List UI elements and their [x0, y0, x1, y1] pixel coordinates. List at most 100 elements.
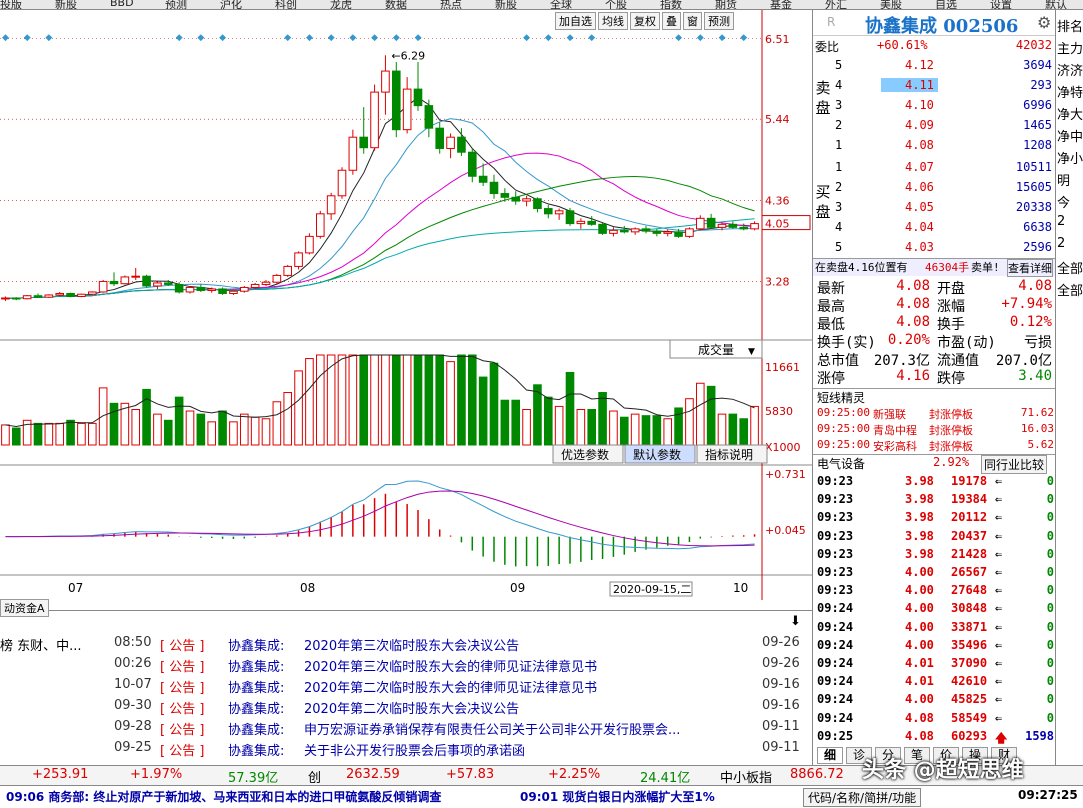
quote-row[interactable]: 涨停 4.16 跌停 3.40 [813, 368, 1056, 387]
chart-tool-button[interactable]: 加自选 [555, 12, 596, 30]
kline-chart[interactable]: ◆ ◆ ◆ ◆ ◆ ◆ ◆ ◆ ◆ ◆ ◆ ◆ ◆ ◆ ◆ ◆ ◆ ◆ ◆ ◆ ◆ ←6.29 6.51 5.44 4.36 4… [0, 10, 812, 610]
compare-button[interactable]: 同行业比较 [981, 455, 1048, 474]
tick-row[interactable]: 09:23 4.00 27648 ⇐ 0 [813, 583, 1056, 601]
chart-tool-button[interactable]: 复权 [630, 12, 660, 30]
top-menu-item[interactable]: 基金 [770, 0, 792, 9]
far-right-item[interactable]: 全部 [1057, 258, 1083, 277]
news-title[interactable]: 2020年第二次临时股东大会的律师见证法律意见书 [304, 677, 597, 696]
far-right-item[interactable]: 净中 [1057, 126, 1083, 145]
alert-link[interactable]: 查看详细 [1007, 259, 1053, 277]
far-right-item[interactable]: 今 [1057, 192, 1070, 211]
top-menu-item[interactable]: 投版 [0, 0, 22, 9]
tick-row[interactable]: 09:24 4.00 45825 ⇐ 0 [813, 692, 1056, 710]
tick-row[interactable]: 09:24 4.00 30848 ⇐ 0 [813, 601, 1056, 619]
tick-row[interactable]: 09:24 4.00 35496 ⇐ 0 [813, 638, 1056, 656]
top-menu-item[interactable]: 数据 [385, 0, 407, 9]
far-right-item[interactable]: 净大 [1057, 104, 1083, 123]
tick-row[interactable]: 09:23 3.98 20112 ⇐ 0 [813, 510, 1056, 528]
far-right-item[interactable]: 排名 [1057, 16, 1083, 35]
top-menu-item[interactable]: BBD [110, 0, 134, 9]
buy-level-row[interactable]: 1 4.07 10511 [813, 160, 1056, 178]
top-menu-item[interactable]: 指数 [660, 0, 682, 9]
sell-level-row[interactable]: 1 4.08 1208 [813, 138, 1056, 156]
top-menu-item[interactable]: 自选 [935, 0, 957, 9]
quote-row[interactable]: 换手(实) 0.20% 市盈(动) 亏损 [813, 332, 1056, 351]
top-menu-item[interactable]: 设置 [990, 0, 1012, 9]
top-menu-item[interactable]: 龙虎 [330, 0, 352, 9]
quote-row[interactable]: 最新 4.08 开盘 4.08 [813, 278, 1056, 297]
far-right-item[interactable]: 2 [1057, 236, 1065, 251]
news-title[interactable]: 关于非公开发行股票会后事项的承诺函 [304, 740, 525, 759]
quote-row[interactable]: 最低 4.08 换手 0.12% [813, 314, 1056, 333]
gear-icon[interactable]: ⚙ [1037, 13, 1051, 32]
chart-tool-button[interactable]: 窗 [683, 12, 702, 30]
far-right-item[interactable]: 全部 [1057, 280, 1083, 299]
tick-row[interactable]: 09:25 4.08 60293 🡅 1598 [813, 729, 1056, 747]
far-right-item[interactable]: 主力 [1057, 38, 1083, 57]
right-tab[interactable]: 细 [817, 747, 843, 764]
chart-tool-button[interactable]: 均线 [598, 12, 628, 30]
tick-row[interactable]: 09:24 4.01 37090 ⇐ 0 [813, 656, 1056, 674]
news-ticker-item[interactable]: 09:01 现货白银日内涨幅扩大至1% [520, 788, 715, 805]
top-menu-item[interactable]: 全球 [550, 0, 572, 9]
buy-level-row[interactable]: 2 4.06 15605 [813, 180, 1056, 198]
far-right-item[interactable]: 净小 [1057, 148, 1083, 167]
news-row[interactable]: 09-25 [ 公告 ] 协鑫集成: 关于非公开发行股票会后事项的承诺函 09-11 [0, 738, 800, 759]
indicator-tab[interactable]: 优选参数 [552, 444, 624, 464]
buy-level-row[interactable]: 5 4.03 2596 [813, 240, 1056, 258]
top-menu-item[interactable]: 美股 [880, 0, 902, 9]
tick-row[interactable]: 09:24 4.01 42610 ⇐ 0 [813, 674, 1056, 692]
chart-tool-button[interactable]: 叠 [662, 12, 681, 30]
quote-row[interactable]: 最高 4.08 涨幅 +7.94% [813, 296, 1056, 315]
sector-row[interactable]: 电气设备 2.92% 同行业比较 [813, 454, 1056, 474]
news-row[interactable]: 09-30 [ 公告 ] 协鑫集成: 2020年第二次临时股东大会决议公告 09-16 [0, 696, 800, 717]
top-menu-item[interactable]: 科创 [275, 0, 297, 9]
sell-level-row[interactable]: 2 4.09 1465 [813, 118, 1056, 136]
news-title[interactable]: 2020年第三次临时股东大会的律师见证法律意见书 [304, 656, 597, 675]
sell-level-row[interactable]: 4 4.11 293 [813, 78, 1056, 96]
top-menu-item[interactable]: 新股 [55, 0, 77, 9]
volume-selector[interactable]: 成交量 ▼ [669, 339, 763, 359]
top-menu-item[interactable]: 外汇 [825, 0, 847, 9]
top-menu-item[interactable]: 热点 [440, 0, 462, 9]
far-right-item[interactable]: 净特 [1057, 82, 1083, 101]
news-title[interactable]: 2020年第二次临时股东大会决议公告 [304, 698, 519, 717]
elves-row[interactable]: 09:25:00 安彩高科 封涨停板 5.62 [813, 438, 1056, 454]
top-menu-item[interactable]: 新股 [495, 0, 517, 9]
buy-level-row[interactable]: 4 4.04 6638 [813, 220, 1056, 238]
bottom-tab[interactable]: 动资金A [0, 599, 49, 617]
elves-row[interactable]: 09:25:00 新强联 封涨停板 71.62 [813, 406, 1056, 422]
elves-title[interactable]: 短线精灵 [813, 388, 1056, 406]
news-row[interactable]: 10-07 [ 公告 ] 协鑫集成: 2020年第二次临时股东大会的律师见证法律意见书… [0, 675, 800, 696]
sell-level-row[interactable]: 5 4.12 3694 [813, 58, 1056, 76]
top-menu-item[interactable]: 沪化 [220, 0, 242, 9]
order-alert[interactable]: 在卖盘4.16位置有 46304手 卖单! 查看详细 [813, 258, 1056, 277]
top-menu-item[interactable]: 预测 [165, 0, 187, 9]
top-menu-item[interactable]: 默认 [1045, 0, 1067, 9]
top-menu-item[interactable]: 期货 [715, 0, 737, 9]
news-ticker-item[interactable]: 09:06 商务部: 终止对原产于新加坡、马来西亚和日本的进口甲硫氨酸反倾销调查 [6, 788, 441, 805]
tick-row[interactable]: 09:23 3.98 19178 ⇐ 0 [813, 474, 1056, 492]
tick-row[interactable]: 09:23 3.98 21428 ⇐ 0 [813, 547, 1056, 565]
chart-tool-button[interactable]: 预测 [704, 12, 734, 30]
top-menu-item[interactable]: 个股 [605, 0, 627, 9]
news-row[interactable]: 00:26 [ 公告 ] 协鑫集成: 2020年第三次临时股东大会的律师见证法律意见书… [0, 654, 800, 675]
news-row[interactable]: 09-28 [ 公告 ] 协鑫集成: 申万宏源证券承销保荐有限责任公司关于公司非公开发… [0, 717, 800, 738]
tick-row[interactable]: 09:23 4.00 26567 ⇐ 0 [813, 565, 1056, 583]
tick-row[interactable]: 09:24 4.08 58549 ⇐ 0 [813, 711, 1056, 729]
search-hint[interactable]: 代码/名称/简拼/功能 [803, 788, 922, 807]
far-right-item[interactable]: 济济 [1057, 60, 1083, 79]
far-right-item[interactable]: 明 [1057, 170, 1070, 189]
download-icon[interactable]: ⬇ [790, 614, 801, 629]
news-title[interactable]: 2020年第三次临时股东大会决议公告 [304, 635, 519, 654]
indicator-tab[interactable]: 默认参数 [624, 444, 696, 464]
quote-row[interactable]: 总市值 207.3亿 流通值 207.0亿 [813, 350, 1056, 369]
indicator-tab[interactable]: 指标说明 [696, 444, 768, 464]
webi-row[interactable]: 委比 +60.61% 42032 [813, 38, 1056, 56]
tick-row[interactable]: 09:23 3.98 19384 ⇐ 0 [813, 492, 1056, 510]
buy-level-row[interactable]: 3 4.05 20338 [813, 200, 1056, 218]
far-right-item[interactable]: 2 [1057, 214, 1065, 229]
elves-row[interactable]: 09:25:00 青岛中程 封涨停板 16.03 [813, 422, 1056, 438]
tick-row[interactable]: 09:24 4.00 33871 ⇐ 0 [813, 620, 1056, 638]
news-title[interactable]: 申万宏源证券承销保荐有限责任公司关于公司非公开发行股票会... [304, 719, 680, 738]
